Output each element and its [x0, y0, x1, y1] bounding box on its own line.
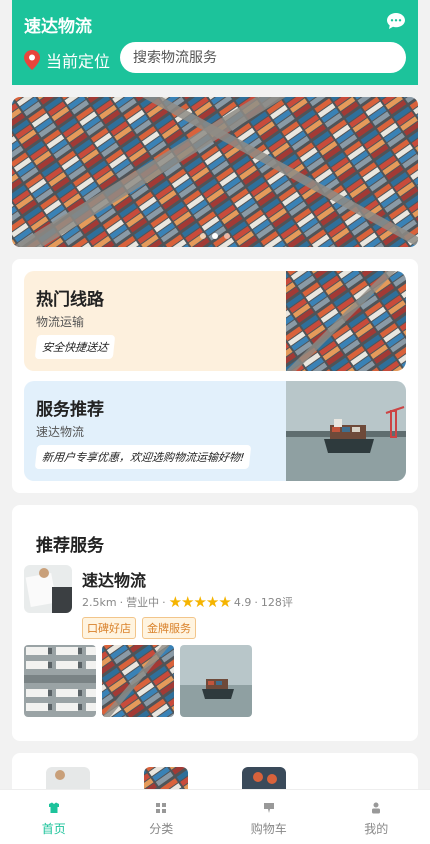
- tab-label: 我的: [364, 822, 389, 836]
- shop-tags: 口碑好店 金牌服务: [82, 617, 196, 639]
- shop-name[interactable]: 速达物流: [82, 567, 146, 591]
- promo-subtitle: 速达物流: [36, 425, 85, 439]
- carousel-dots: [12, 233, 418, 239]
- rating-stars: ★★★★★: [168, 593, 232, 611]
- tab-label: 分类: [149, 822, 174, 836]
- shop-reviews[interactable]: 128评: [261, 594, 293, 610]
- tab-label: 首页: [41, 822, 66, 836]
- mini-thumb[interactable]: [46, 767, 90, 791]
- tab-category[interactable]: 分类: [108, 790, 216, 844]
- app-title: 速达物流: [24, 17, 92, 37]
- section-title: 推荐服务: [36, 536, 104, 556]
- shop-distance: 2.5km: [82, 595, 117, 609]
- tab-cart[interactable]: 购物车: [215, 790, 323, 844]
- promo-hot-routes[interactable]: 热门线路 物流运输 安全快捷送达: [24, 271, 406, 371]
- banner-image: [12, 97, 418, 247]
- carousel-dot[interactable]: [224, 233, 230, 239]
- promo-tag: 新用户专享优惠，欢迎选购物流运输好物!: [34, 445, 252, 469]
- meta-separator: ·: [254, 595, 258, 609]
- shop-tag: 金牌服务: [142, 617, 196, 639]
- carousel-dot-active[interactable]: [212, 233, 218, 239]
- gallery-image-ship[interactable]: [180, 645, 252, 717]
- tab-home[interactable]: 首页: [0, 790, 108, 844]
- shop-meta: 2.5km · 营业中 · ★★★★★ 4.9 · 128评: [82, 593, 293, 611]
- promo-subtitle: 物流运输: [36, 315, 85, 329]
- meta-separator: ·: [119, 595, 124, 609]
- current-location[interactable]: 当前定位: [24, 48, 110, 72]
- search-input[interactable]: [120, 42, 406, 73]
- app-header: 速达物流 当前定位: [12, 0, 418, 85]
- location-pin-icon: [24, 50, 40, 70]
- shirt-icon: [48, 802, 59, 813]
- recommend-panel: 推荐服务 速达物流 2.5km · 营业中 · ★★★★★ 4.9 · 128评…: [12, 505, 418, 741]
- promo-panel: 热门线路 物流运输 安全快捷送达 服务推荐 速达物流 新用户专享优惠，欢迎选购物…: [12, 259, 418, 493]
- promo-title: 服务推荐: [36, 400, 104, 420]
- container-yard-image: [286, 271, 406, 371]
- grid-icon: [156, 803, 167, 813]
- promo-tag: 安全快捷送达: [34, 335, 116, 359]
- gallery-image-trucks[interactable]: [24, 645, 96, 717]
- cargo-ship-image: [286, 381, 406, 481]
- tab-mine[interactable]: 我的: [323, 790, 430, 844]
- location-label: 当前定位: [46, 52, 111, 71]
- mini-thumb[interactable]: [242, 767, 286, 791]
- bottom-tab-bar: 首页 分类 购物车 我的: [0, 789, 430, 844]
- promo-title: 热门线路: [36, 290, 104, 310]
- shop-rating: 4.9: [233, 595, 252, 609]
- mini-thumb[interactable]: [144, 767, 188, 791]
- shop-thumbnail[interactable]: [24, 565, 72, 613]
- shop-tag: 口碑好店: [82, 617, 136, 639]
- meta-separator: ·: [162, 595, 166, 609]
- gallery-image-containers[interactable]: [102, 645, 174, 717]
- shop-status: 营业中: [126, 596, 160, 609]
- user-icon: [372, 802, 381, 814]
- shop-gallery: [24, 645, 252, 717]
- chat-icon[interactable]: [386, 12, 406, 30]
- tab-label: 购物车: [250, 822, 287, 836]
- carousel-dot[interactable]: [200, 233, 206, 239]
- promo-service-recommend[interactable]: 服务推荐 速达物流 新用户专享优惠，欢迎选购物流运输好物!: [24, 381, 406, 481]
- cart-icon: [263, 803, 274, 813]
- banner-carousel[interactable]: [12, 97, 418, 247]
